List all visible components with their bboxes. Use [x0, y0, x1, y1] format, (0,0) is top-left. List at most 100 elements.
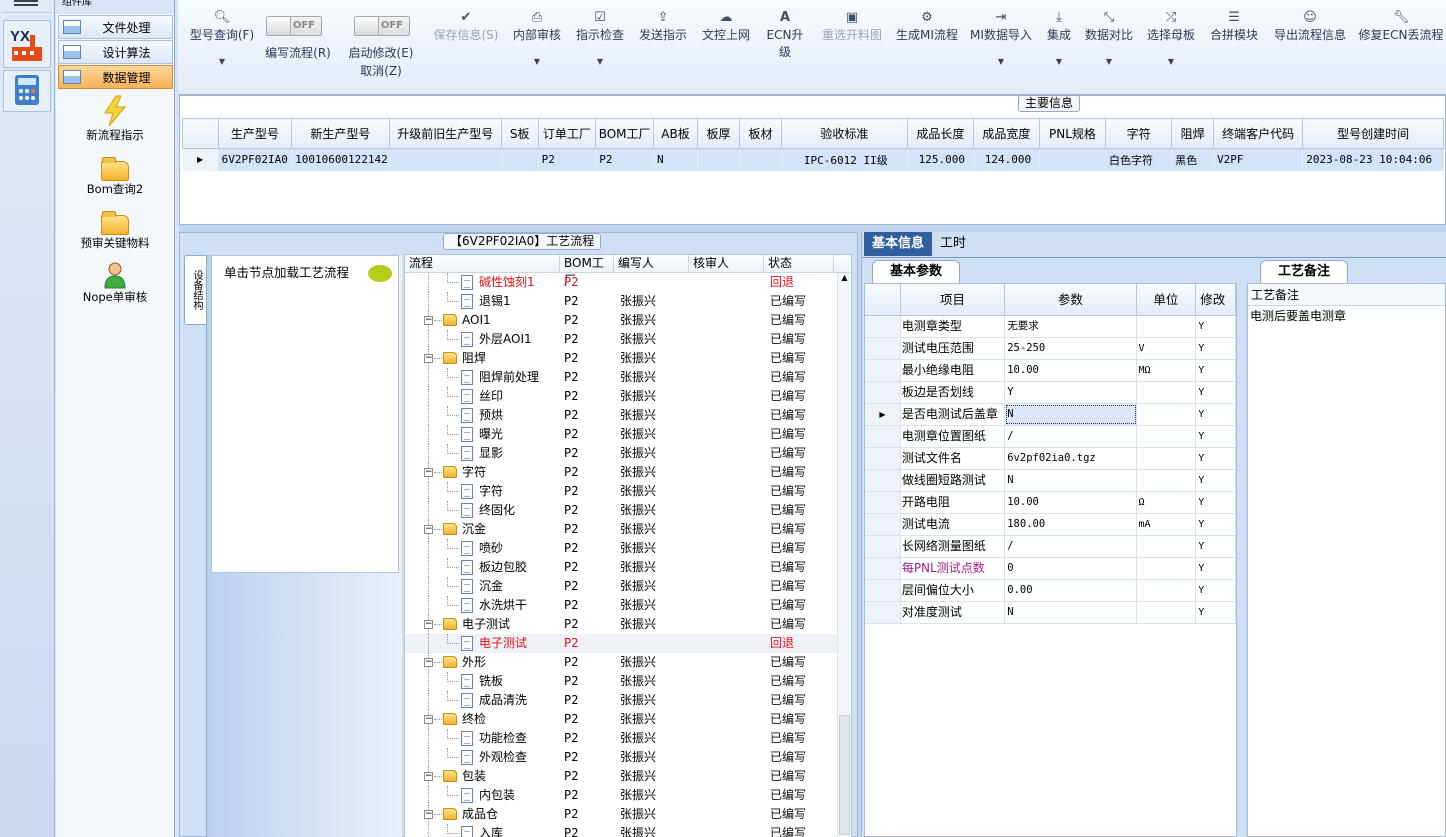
- param-modify-cell[interactable]: Y: [1196, 470, 1236, 491]
- status-cell[interactable]: 已编写: [764, 786, 834, 805]
- bom-factory-cell[interactable]: P2: [560, 330, 614, 349]
- param-value-cell[interactable]: /: [1005, 536, 1137, 557]
- hamburger-menu-icon[interactable]: [14, 0, 38, 6]
- writer-cell[interactable]: 张振兴: [614, 729, 689, 748]
- reviewer-cell[interactable]: [689, 748, 764, 767]
- param-modify-cell[interactable]: Y: [1196, 426, 1236, 447]
- param-modify-cell[interactable]: Y: [1196, 360, 1236, 381]
- repair-ecn-flow-button[interactable]: 🔧︎ 修复ECN丢流程: [1358, 10, 1444, 43]
- bom-factory-cell[interactable]: P2: [560, 729, 614, 748]
- reviewer-cell[interactable]: [689, 273, 764, 292]
- status-cell[interactable]: 已编写: [764, 729, 834, 748]
- param-value-cell[interactable]: N: [1005, 470, 1137, 491]
- tree-node-cell[interactable]: 预烘: [405, 406, 560, 425]
- status-cell[interactable]: 已编写: [764, 615, 834, 634]
- merge-module-button[interactable]: ☰ 合拼模块: [1208, 10, 1260, 43]
- status-cell[interactable]: 已编写: [764, 406, 834, 425]
- writer-cell[interactable]: 张振兴: [614, 482, 689, 501]
- status-cell[interactable]: 已编写: [764, 330, 834, 349]
- param-unit-cell[interactable]: [1137, 580, 1197, 601]
- param-value-cell[interactable]: 180.00: [1005, 514, 1137, 535]
- param-value-cell[interactable]: 6v2pf02ia0.tgz: [1005, 448, 1137, 469]
- writer-cell[interactable]: 张振兴: [614, 824, 689, 837]
- collapse-icon[interactable]: −: [424, 316, 433, 325]
- tree-node-cell[interactable]: 功能检查: [405, 729, 560, 748]
- send-instruction-button[interactable]: ⇪ 发送指示: [636, 10, 690, 43]
- status-cell[interactable]: 回退: [764, 634, 834, 653]
- reviewer-cell[interactable]: [689, 406, 764, 425]
- main-col-header[interactable]: 型号创建时间: [1302, 118, 1444, 149]
- equipment-structure-tab[interactable]: 设备结构: [184, 255, 206, 325]
- param-modify-cell[interactable]: Y: [1196, 448, 1236, 469]
- status-cell[interactable]: 已编写: [764, 501, 834, 520]
- reviewer-cell[interactable]: [689, 767, 764, 786]
- param-unit-cell[interactable]: Ω: [1137, 492, 1197, 513]
- status-cell[interactable]: 已编写: [764, 482, 834, 501]
- main-col-header[interactable]: BOM工厂: [595, 118, 654, 149]
- param-unit-cell[interactable]: [1137, 602, 1197, 623]
- param-row[interactable]: 长网络测量图纸 / Y: [865, 536, 1236, 558]
- collapse-icon[interactable]: −: [424, 620, 433, 629]
- tree-node-cell[interactable]: − 电子测试: [405, 615, 560, 634]
- bom-factory-cell[interactable]: P2: [560, 349, 614, 368]
- mi-data-import-button[interactable]: ⇥ MI数据导入 ▼: [968, 10, 1034, 66]
- param-value-cell[interactable]: 25-250: [1005, 338, 1137, 359]
- tree-node-cell[interactable]: − AOI1: [405, 311, 560, 330]
- param-row[interactable]: 板边是否划线 Y Y: [865, 382, 1236, 404]
- scroll-thumb[interactable]: [839, 715, 850, 835]
- collapse-icon[interactable]: −: [424, 810, 433, 819]
- collapse-icon[interactable]: −: [424, 772, 433, 781]
- bom-factory-cell[interactable]: P2: [560, 767, 614, 786]
- bom-factory-cell[interactable]: P2: [560, 653, 614, 672]
- tool-new-flow-instruction[interactable]: 新流程指示: [56, 95, 174, 143]
- bom-factory-cell[interactable]: P2: [560, 634, 614, 653]
- export-flow-info-button[interactable]: ☺ 导出流程信息: [1270, 10, 1350, 43]
- reviewer-cell[interactable]: [689, 330, 764, 349]
- tree-node-cell[interactable]: 板边包胶: [405, 558, 560, 577]
- reviewer-cell[interactable]: [689, 444, 764, 463]
- writer-cell[interactable]: 张振兴: [614, 748, 689, 767]
- main-cell[interactable]: 10010600122142: [291, 148, 390, 171]
- tree-row[interactable]: 水洗烘干 P2 张振兴 已编写: [405, 596, 851, 615]
- bom-factory-cell[interactable]: P2: [560, 273, 614, 292]
- status-cell[interactable]: 已编写: [764, 748, 834, 767]
- tree-node-cell[interactable]: 碱性蚀刻1: [405, 273, 560, 292]
- status-cell[interactable]: 已编写: [764, 596, 834, 615]
- tool-bom-query2[interactable]: Bom查询2: [56, 151, 174, 197]
- main-cell[interactable]: [697, 148, 740, 171]
- main-col-header[interactable]: 成品长度: [906, 118, 974, 149]
- param-row[interactable]: 开路电阻 10.00 Ω Y: [865, 492, 1236, 514]
- reviewer-cell[interactable]: [689, 786, 764, 805]
- writer-cell[interactable]: 张振兴: [614, 520, 689, 539]
- tree-node-cell[interactable]: 退锡1: [405, 292, 560, 311]
- status-cell[interactable]: 回退: [764, 273, 834, 292]
- nav-item-data-management[interactable]: 数据管理: [58, 65, 173, 89]
- tree-node-cell[interactable]: − 阻焊: [405, 349, 560, 368]
- writer-cell[interactable]: 张振兴: [614, 615, 689, 634]
- tree-node-cell[interactable]: 阻焊前处理: [405, 368, 560, 387]
- param-row[interactable]: 电测章位置图纸 / Y: [865, 426, 1236, 448]
- main-cell[interactable]: 白色字符: [1105, 148, 1173, 171]
- yx-factory-icon[interactable]: YX: [3, 20, 51, 68]
- tool-pre-review-materials[interactable]: 预审关键物料: [56, 205, 174, 251]
- scroll-up-icon[interactable]: ▲: [838, 273, 851, 285]
- tree-row[interactable]: 铣板 P2 张振兴 已编写: [405, 672, 851, 691]
- param-modify-cell[interactable]: Y: [1196, 536, 1236, 557]
- writer-cell[interactable]: 张振兴: [614, 463, 689, 482]
- main-col-header[interactable]: 订单工厂: [537, 118, 597, 149]
- param-modify-cell[interactable]: Y: [1196, 514, 1236, 535]
- main-col-header[interactable]: 字符: [1105, 118, 1173, 149]
- tree-row[interactable]: 电子测试 P2 回退: [405, 634, 851, 653]
- bom-factory-cell[interactable]: P2: [560, 368, 614, 387]
- tree-row[interactable]: 沉金 P2 张振兴 已编写: [405, 577, 851, 596]
- tree-node-cell[interactable]: − 包装: [405, 767, 560, 786]
- generate-mi-flow-button[interactable]: ⚙ 生成MI流程: [894, 10, 960, 43]
- writer-cell[interactable]: [614, 273, 689, 292]
- bom-factory-cell[interactable]: P2: [560, 520, 614, 539]
- reviewer-cell[interactable]: [689, 558, 764, 577]
- tree-row[interactable]: − 外形 P2 张振兴 已编写: [405, 653, 851, 672]
- status-cell[interactable]: 已编写: [764, 710, 834, 729]
- param-unit-cell[interactable]: [1137, 470, 1197, 491]
- tab-basic-info[interactable]: 基本信息: [864, 232, 933, 256]
- tree-row[interactable]: − 字符 P2 张振兴 已编写: [405, 463, 851, 482]
